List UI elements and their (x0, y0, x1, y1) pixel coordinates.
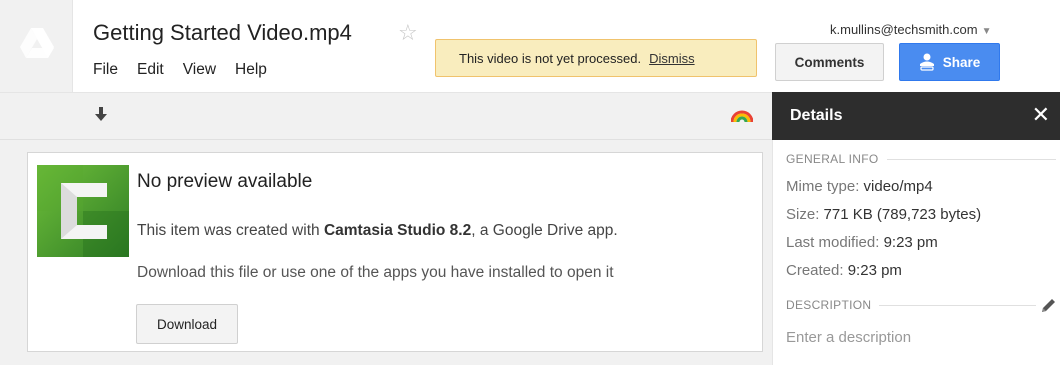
created-row: Created: 9:23 pm (786, 262, 902, 279)
pencil-icon[interactable] (1039, 297, 1057, 315)
size-key: Size (786, 206, 816, 223)
download-arrow-icon[interactable] (94, 107, 108, 123)
divider (879, 304, 1036, 306)
notice-text: This video is not yet processed. (459, 50, 642, 66)
menu-view[interactable]: View (183, 61, 216, 79)
modified-key: Last modified (786, 234, 876, 251)
caret-down-icon: ▼ (981, 26, 992, 37)
description-heading: DESCRIPTION (786, 298, 1036, 312)
created-key: Created (786, 262, 840, 279)
download-hint-text: Download this file or use one of the app… (137, 264, 614, 281)
size-row: Size: 771 KB (789,723 bytes) (786, 206, 982, 223)
file-title[interactable]: Getting Started Video.mp4 (93, 20, 352, 46)
mime-type-row: Mime type: video/mp4 (786, 178, 933, 195)
toolbar (0, 92, 772, 140)
mime-type-key: Mime type (786, 178, 856, 195)
share-label: Share (942, 54, 981, 70)
account-menu[interactable]: k.mullins@techsmith.com ▼ (830, 22, 991, 37)
star-icon[interactable]: ☆ (398, 20, 418, 46)
size-value: 771 KB (789,723 bytes) (823, 206, 982, 223)
menu-edit[interactable]: Edit (137, 61, 164, 79)
processing-notice: This video is not yet processed. Dismiss (435, 39, 757, 77)
no-preview-card: No preview available This item was creat… (27, 152, 763, 352)
app-name: Camtasia Studio 8.2 (323, 222, 472, 239)
close-icon[interactable]: ✕ (1032, 102, 1050, 128)
created-with-text: This item was created with Camtasia Stud… (137, 222, 618, 240)
description-input[interactable]: Enter a description (786, 329, 911, 346)
description-label: DESCRIPTION (786, 298, 872, 312)
mime-type-value: video/mp4 (863, 178, 933, 195)
drive-logo[interactable] (0, 0, 73, 92)
menu-file[interactable]: File (93, 61, 118, 79)
details-header: Details ✕ (772, 92, 1060, 140)
no-preview-title: No preview available (137, 171, 313, 192)
created-with-prefix: This item was created with (137, 222, 324, 239)
download-button[interactable]: Download (136, 304, 238, 344)
created-with-suffix: , a Google Drive app. (471, 222, 618, 239)
modified-row: Last modified: 9:23 pm (786, 234, 938, 251)
rainbow-icon[interactable] (731, 107, 753, 123)
top-header: Getting Started Video.mp4 ☆ File Edit Vi… (0, 0, 1060, 92)
camtasia-app-icon (37, 165, 129, 257)
divider (886, 158, 1056, 160)
details-panel: GENERAL INFO Mime type: video/mp4 Size: … (772, 140, 1060, 365)
share-person-icon (919, 53, 934, 71)
general-info-heading: GENERAL INFO (786, 152, 1056, 166)
general-info-label: GENERAL INFO (786, 152, 879, 166)
drive-icon (20, 28, 54, 58)
share-button[interactable]: Share (899, 43, 1000, 81)
preview-area: No preview available This item was creat… (0, 140, 772, 365)
menu-help[interactable]: Help (235, 61, 267, 79)
comments-button[interactable]: Comments (775, 43, 884, 81)
menu-bar: File Edit View Help (93, 61, 286, 79)
account-email: k.mullins@techsmith.com (830, 22, 978, 37)
created-value: 9:23 pm (847, 262, 902, 279)
details-title: Details (790, 107, 843, 124)
modified-value: 9:23 pm (883, 234, 938, 251)
dismiss-link[interactable]: Dismiss (649, 51, 695, 66)
